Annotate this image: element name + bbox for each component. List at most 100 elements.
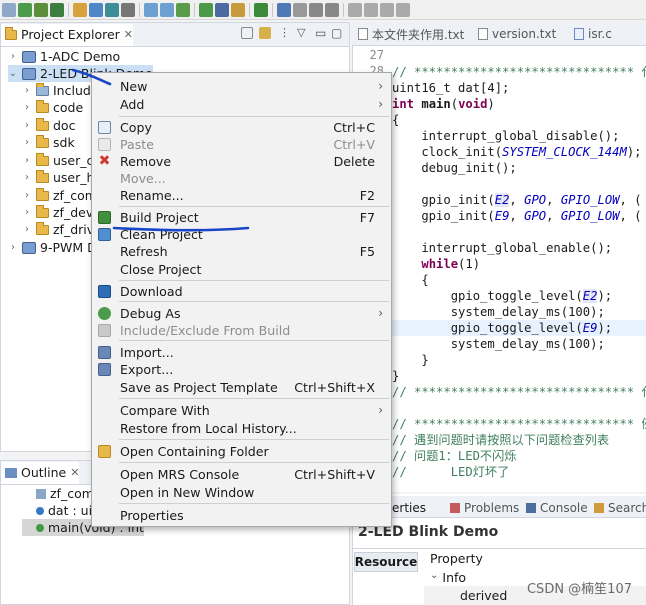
expand-icon[interactable]: › [22, 137, 32, 148]
menu-item-restore-history[interactable]: Restore from Local History... [92, 419, 391, 437]
tab-console[interactable]: Console [526, 498, 588, 518]
collapse-icon[interactable]: ⌄ [430, 570, 438, 585]
console-icon [526, 503, 536, 513]
grid-icon[interactable] [105, 2, 119, 17]
expand-icon[interactable]: › [22, 172, 32, 183]
expand-icon[interactable]: › [22, 207, 32, 218]
editor-tab[interactable]: isr.c [574, 24, 612, 44]
menu-item-remove[interactable]: ✖ Remove Delete [92, 152, 391, 170]
tab-problems[interactable]: Problems [450, 498, 519, 518]
tree-item-folder[interactable]: › code [22, 99, 83, 116]
new-icon[interactable] [2, 2, 16, 17]
build-icon[interactable] [73, 2, 87, 17]
last-edit-icon[interactable] [396, 2, 410, 17]
resource-tab[interactable]: Resource [354, 552, 418, 572]
debug-icon[interactable] [199, 2, 213, 17]
close-icon[interactable]: ✕ [124, 28, 133, 41]
bookmark-icon[interactable] [309, 2, 323, 17]
tab-label: Console [540, 501, 588, 515]
tree-item-project[interactable]: › 1-ADC Demo [8, 48, 120, 65]
tab-project-explorer[interactable]: Project Explorer ✕ [1, 23, 134, 46]
collapse-icon[interactable]: ⌄ [8, 68, 18, 79]
tree-item-folder[interactable]: › user_h [22, 169, 94, 186]
menu-item-rename[interactable]: Rename... F2 [92, 186, 391, 204]
menu-item-export[interactable]: Export... [92, 360, 391, 378]
menu-item-copy[interactable]: Copy Ctrl+C [92, 118, 391, 136]
tools-icon[interactable] [293, 2, 307, 17]
tree-item-folder[interactable]: › doc [22, 117, 75, 134]
link-editor-icon[interactable] [259, 27, 271, 39]
print-icon[interactable] [50, 2, 64, 17]
collapse-all-icon[interactable] [241, 27, 253, 39]
import-icon [98, 345, 111, 359]
menu-item-new[interactable]: New › [92, 77, 391, 95]
tree-item-folder[interactable]: › Include [22, 82, 99, 99]
menu-item-paste[interactable]: Paste Ctrl+V [92, 135, 391, 153]
menu-item-properties[interactable]: Properties [92, 506, 391, 524]
menu-item-open-mrs-console[interactable]: Open MRS Console Ctrl+Shift+V [92, 465, 391, 483]
tree-item-folder[interactable]: › zf_drive [22, 221, 102, 238]
save-icon[interactable] [18, 2, 32, 17]
forward-icon[interactable] [380, 2, 394, 17]
menu-separator [119, 462, 389, 463]
menu-item-save-template[interactable]: Save as Project Template Ctrl+Shift+X [92, 378, 391, 396]
minimize-icon[interactable]: ▭ [315, 26, 326, 40]
info-group[interactable]: ⌄ Info [430, 570, 466, 585]
expand-icon[interactable]: › [22, 102, 32, 113]
dropdown-icon[interactable] [121, 2, 135, 17]
save-all-icon[interactable] [34, 2, 48, 17]
expand-icon[interactable]: › [22, 224, 32, 235]
code-line: // ****************************** 例 [392, 417, 646, 431]
search-icon[interactable] [277, 2, 291, 17]
tree-item-folder[interactable]: › sdk [22, 134, 75, 151]
back-icon[interactable] [364, 2, 378, 17]
property-column-header[interactable]: Property [430, 551, 483, 566]
annotate-icon[interactable] [325, 2, 339, 17]
editor-tab[interactable]: 本文件夹作用.txt [358, 24, 464, 44]
view-menu-icon[interactable]: ⋮ [279, 26, 290, 39]
navigate-icon[interactable] [348, 2, 362, 17]
tab-outline[interactable]: Outline ✕ [1, 461, 80, 484]
c-file-icon [574, 28, 584, 40]
menu-item-build-project[interactable]: Build Project F7 [92, 208, 391, 226]
console-icon[interactable] [160, 2, 174, 17]
menu-item-open-containing-folder[interactable]: Open Containing Folder [92, 442, 391, 460]
expand-icon[interactable]: › [8, 51, 18, 62]
menu-item-refresh[interactable]: Refresh F5 [92, 242, 391, 260]
window-icon[interactable] [144, 2, 158, 17]
stack-icon[interactable] [215, 2, 229, 17]
menu-item-debug-as[interactable]: Debug As › [92, 304, 391, 322]
menu-item-label: Import... [120, 344, 174, 360]
expand-icon[interactable]: › [22, 85, 32, 96]
menu-item-import[interactable]: Import... [92, 343, 391, 361]
tab-properties[interactable]: erties [392, 498, 426, 518]
menu-item-label: Clean Project [120, 226, 203, 242]
menu-item-label: Refresh [120, 243, 168, 259]
menu-item-include-exclude[interactable]: Include/Exclude From Build [92, 321, 391, 339]
editor-tab[interactable]: version.txt [478, 24, 556, 44]
menu-item-label: Open in New Window [120, 484, 255, 500]
expand-icon[interactable]: › [8, 242, 18, 253]
config-icon[interactable] [231, 2, 245, 17]
menu-item-clean-project[interactable]: Clean Project [92, 225, 391, 243]
tree-item-folder[interactable]: › user_c [22, 152, 93, 169]
expand-icon[interactable]: › [22, 190, 32, 201]
menu-item-close-project[interactable]: Close Project [92, 260, 391, 278]
build-icon [98, 210, 111, 224]
menu-item-download[interactable]: Download [92, 282, 391, 300]
menu-item-compare-with[interactable]: Compare With › [92, 401, 391, 419]
expand-icon[interactable]: › [22, 120, 32, 131]
menu-item-add[interactable]: Add › [92, 95, 391, 113]
chevron-down-icon[interactable]: ▽ [297, 26, 305, 39]
menu-item-move[interactable]: Move... [92, 169, 391, 187]
maximize-icon[interactable]: ▢ [331, 26, 342, 40]
tab-search[interactable]: Search [594, 498, 646, 518]
menu-item-open-new-window[interactable]: Open in New Window [92, 483, 391, 501]
menu-item-label: Compare With [120, 402, 210, 418]
download-icon[interactable] [89, 2, 103, 17]
close-icon[interactable]: ✕ [70, 466, 79, 479]
flash-icon[interactable] [176, 2, 190, 17]
expand-icon[interactable]: › [22, 155, 32, 166]
run-icon[interactable] [254, 2, 268, 17]
tree-item-project[interactable]: › 9-PWM De [8, 239, 104, 256]
